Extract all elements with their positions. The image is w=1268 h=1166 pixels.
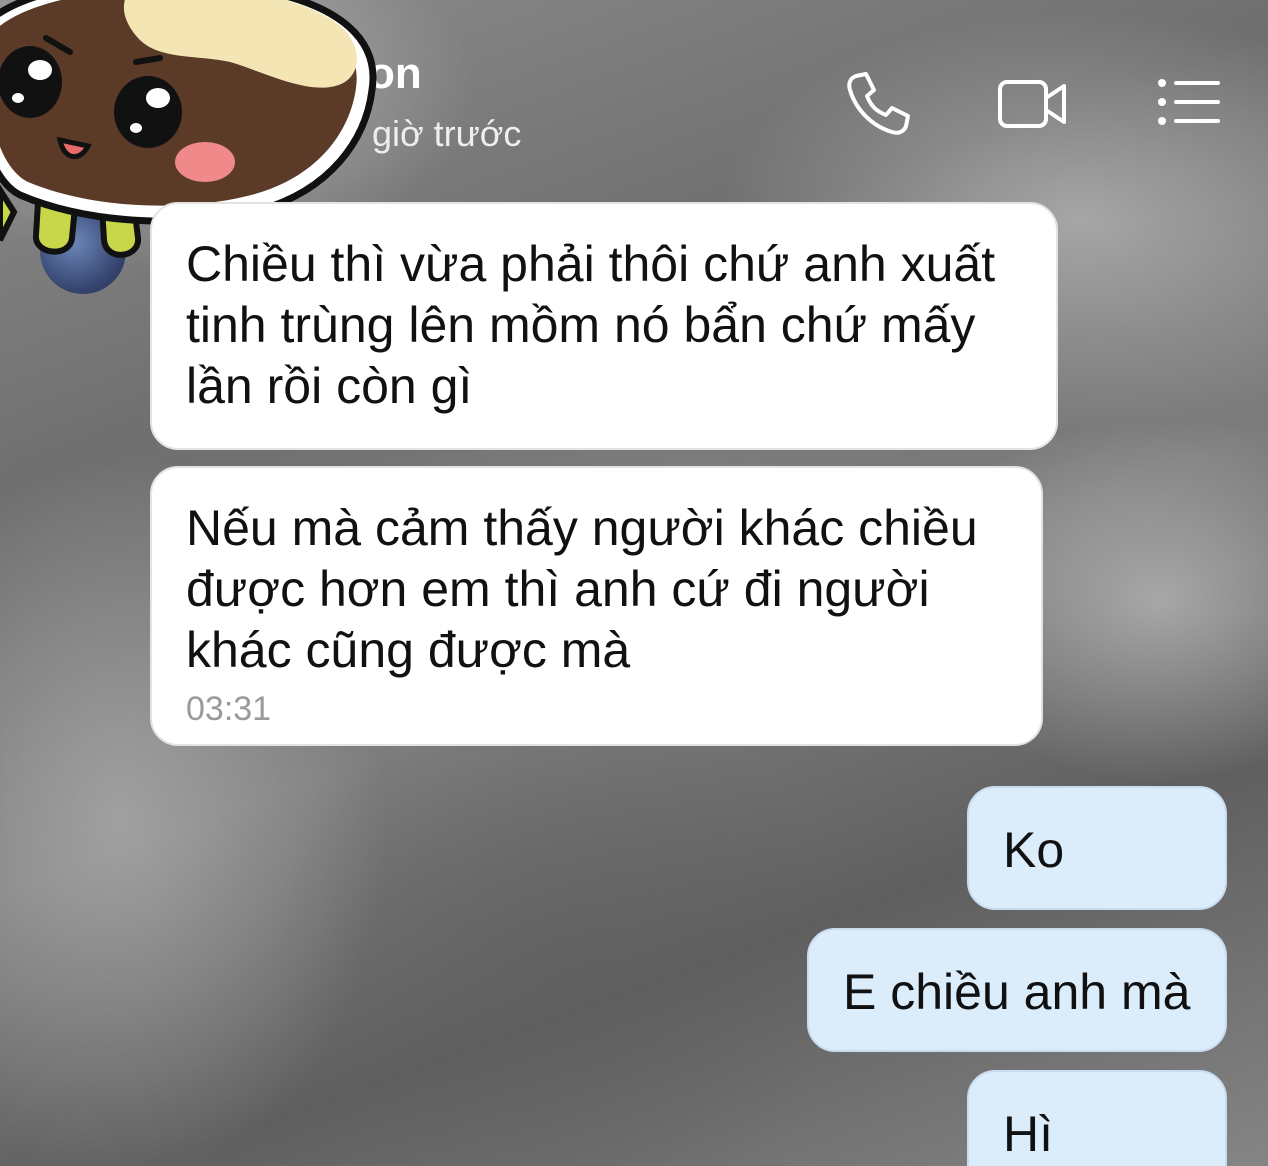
message-bubble-sent[interactable]: Ko [967, 786, 1227, 910]
last-seen-status: giờ trước [372, 113, 522, 154]
message-text: Nếu mà cảm thấy người khác chiều được hơ… [186, 500, 978, 678]
video-camera-icon[interactable] [996, 68, 1068, 140]
message-bubble-sent[interactable]: E chiều anh mà [807, 928, 1227, 1052]
message-text: E chiều anh mà [843, 964, 1191, 1020]
message-text: Chiều thì vừa phải thôi chứ anh xuất tin… [186, 236, 996, 414]
message-bubble-sent[interactable]: Hì [967, 1070, 1227, 1166]
list-menu-icon[interactable] [1152, 68, 1224, 140]
message-text: Hì [1003, 1106, 1053, 1162]
phone-icon[interactable] [842, 68, 914, 140]
message-text: Ko [1003, 822, 1065, 878]
message-bubble-received[interactable]: Nếu mà cảm thấy người khác chiều được hơ… [150, 466, 1043, 746]
message-timestamp: 03:31 [186, 690, 272, 728]
message-bubble-received[interactable]: Chiều thì vừa phải thôi chứ anh xuất tin… [150, 202, 1058, 450]
